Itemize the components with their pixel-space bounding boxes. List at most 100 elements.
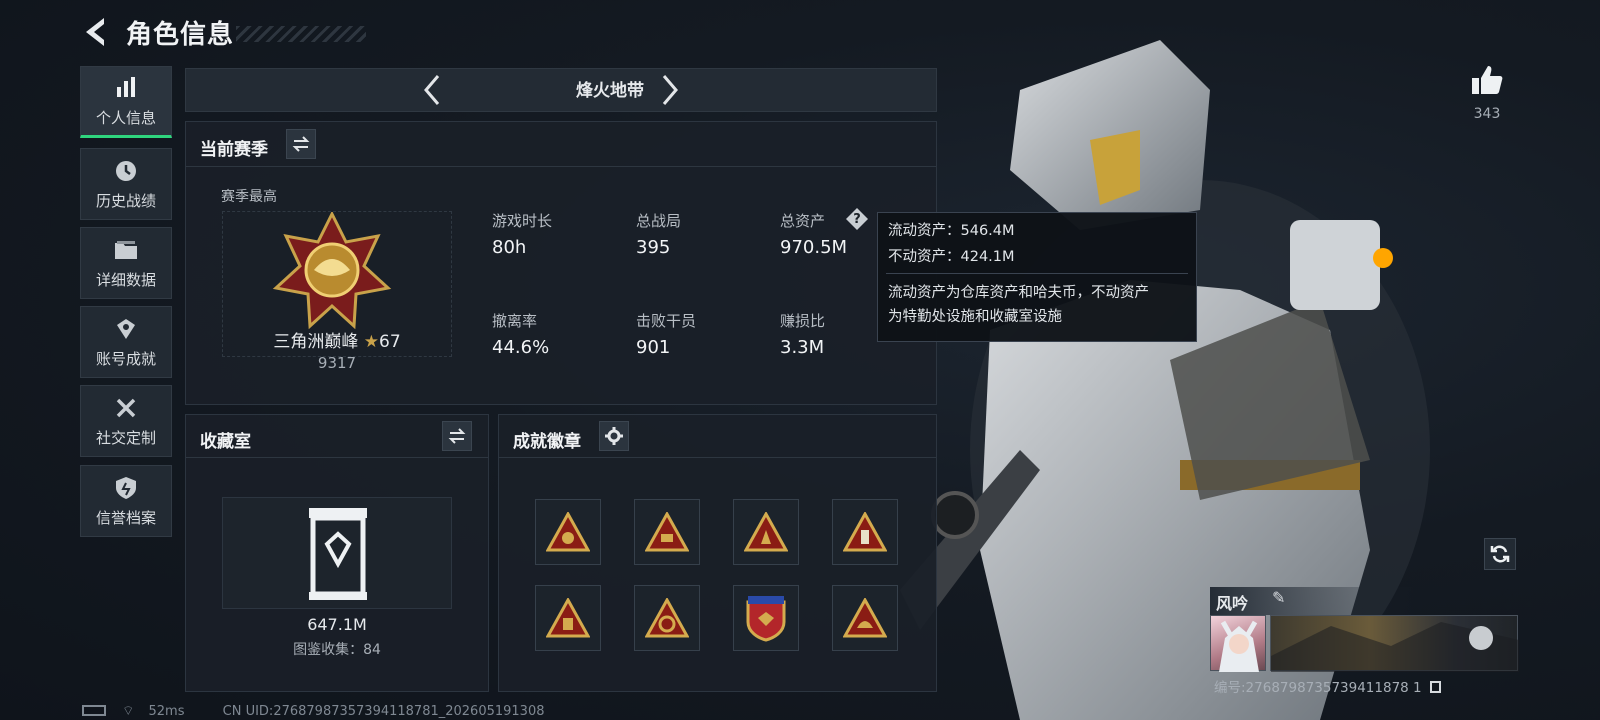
title-decoration	[236, 26, 366, 42]
stat-label-profit-ratio: 赚损比	[780, 312, 826, 330]
section-title: 当前赛季	[200, 140, 268, 160]
page-title: 角色信息	[126, 20, 235, 50]
badge-triangle-icon	[546, 512, 590, 552]
stat-label-kills: 击败干员	[636, 312, 697, 330]
stat-label-total-matches: 总战局	[636, 212, 682, 230]
section-title: 收藏室	[200, 432, 251, 452]
stat-value-profit-ratio: 3.3M	[780, 337, 825, 358]
swap-icon	[448, 428, 466, 444]
chevron-left-icon	[424, 75, 440, 105]
refresh-button[interactable]	[1484, 538, 1516, 570]
section-divider	[186, 166, 936, 167]
nav-item-label: 信誉档案	[95, 508, 156, 527]
section-divider	[186, 457, 488, 458]
swap-icon	[292, 136, 310, 152]
badge-triangle-icon	[546, 598, 590, 638]
nav-item-personal-info[interactable]: 个人信息	[80, 66, 172, 138]
like-count: 343	[1473, 106, 1501, 122]
rank-score: 9317	[317, 354, 357, 372]
display-case-icon	[309, 508, 367, 600]
rank-info: 三角洲巅峰 ★67	[222, 327, 452, 352]
collection-count: 图鉴收集：84	[293, 642, 381, 658]
nav-item-social[interactable]: 社交定制	[80, 385, 172, 457]
collection-switch-button[interactable]	[442, 421, 472, 451]
section-divider	[499, 457, 936, 458]
tools-icon	[116, 398, 136, 417]
folder-icon	[115, 240, 137, 259]
badge-2[interactable]	[634, 499, 700, 565]
badge-6[interactable]	[634, 585, 700, 651]
stat-value-playtime: 80h	[492, 237, 527, 258]
nav-item-label: 个人信息	[95, 108, 156, 127]
refresh-icon	[1490, 545, 1510, 563]
tooltip-desc-line2: 为特勤处设施和收藏室设施	[888, 309, 1062, 325]
badge-triangle-icon	[843, 512, 887, 552]
stat-label-playtime: 游戏时长	[492, 212, 553, 230]
badge-triangle-icon	[645, 512, 689, 552]
tooltip-liquid-assets: 流动资产：546.4M	[888, 223, 1015, 239]
season-best-label: 赛季最高	[221, 189, 277, 205]
nav-item-history[interactable]: 历史战绩	[80, 148, 172, 220]
back-arrow-icon	[86, 18, 104, 46]
rank-emblem-icon	[272, 212, 392, 330]
nav-item-label: 详细数据	[95, 270, 156, 289]
player-id-text: 编号:2768798735739411878 1	[1214, 680, 1422, 696]
uid-text: CN UID:27687987357394118781_202605191308	[222, 704, 545, 719]
badge-1[interactable]	[535, 499, 601, 565]
battery-icon	[82, 705, 106, 716]
badge-8[interactable]	[832, 585, 898, 651]
edit-icon[interactable]: ✎	[1272, 588, 1285, 607]
nav-item-label: 社交定制	[95, 428, 156, 447]
badge-shield-icon	[746, 596, 786, 642]
player-name: 风吟	[1216, 594, 1249, 613]
gear-icon	[605, 427, 623, 445]
help-icon[interactable]: ?	[846, 208, 868, 230]
collection-panel: 收藏室 647.1M 图鉴收集：84	[185, 414, 489, 692]
back-button[interactable]	[80, 14, 112, 50]
rank-name: 三角洲巅峰	[273, 332, 359, 352]
achievement-badges-panel: 成就徽章	[498, 414, 937, 692]
season-switch-button[interactable]	[286, 129, 316, 159]
star-icon: ★	[363, 332, 379, 352]
stat-value-kills: 901	[636, 337, 671, 358]
tooltip-divider	[886, 273, 1188, 274]
stat-value-total-matches: 395	[636, 237, 671, 258]
shield-icon	[116, 476, 136, 499]
bar-chart-icon	[117, 76, 135, 97]
clock-icon	[116, 160, 136, 181]
assets-tooltip: 流动资产：546.4M 不动资产：424.1M 流动资产为仓库资产和哈夫币，不动…	[877, 212, 1197, 342]
next-mode-button[interactable]	[654, 72, 684, 108]
prev-mode-button[interactable]	[418, 72, 448, 108]
nav-item-label: 账号成就	[95, 349, 156, 368]
rank-stars: 67	[379, 332, 401, 352]
badge-settings-button[interactable]	[599, 421, 629, 451]
player-name-bar: 风吟 ✎	[1210, 587, 1415, 615]
section-title: 成就徽章	[513, 432, 581, 452]
badge-4[interactable]	[832, 499, 898, 565]
wifi-icon: ⌔	[122, 704, 135, 719]
collection-value: 647.1M	[307, 615, 367, 634]
badge-triangle-icon	[843, 598, 887, 638]
badge-triangle-icon	[645, 598, 689, 638]
tooltip-desc-line1: 流动资产为仓库资产和哈夫币，不动资产	[888, 285, 1149, 301]
badge-3[interactable]	[733, 499, 799, 565]
ping-value: 52ms	[148, 704, 185, 719]
badge-7[interactable]	[733, 585, 799, 651]
stat-label-extract-rate: 撤离率	[492, 312, 538, 330]
avatar-image	[1219, 620, 1259, 672]
badge-5[interactable]	[535, 585, 601, 651]
thumbs-up-icon	[1472, 66, 1503, 94]
nav-item-credit[interactable]: 信誉档案	[80, 465, 172, 537]
collection-display[interactable]	[222, 497, 452, 609]
copy-icon[interactable]	[1429, 681, 1441, 693]
nav-item-detail-data[interactable]: 详细数据	[80, 227, 172, 299]
player-avatar[interactable]	[1210, 615, 1266, 672]
tooltip-fixed-assets: 不动资产：424.1M	[888, 249, 1015, 265]
banner-art	[1271, 622, 1519, 672]
nav-item-label: 历史战绩	[95, 191, 156, 210]
like-button[interactable]	[1470, 64, 1504, 100]
player-id: 编号:2768798735739411878 1	[1214, 676, 1441, 696]
nav-item-achievements[interactable]: 账号成就	[80, 306, 172, 378]
achievement-icon	[117, 318, 135, 339]
player-banner[interactable]	[1270, 615, 1519, 672]
